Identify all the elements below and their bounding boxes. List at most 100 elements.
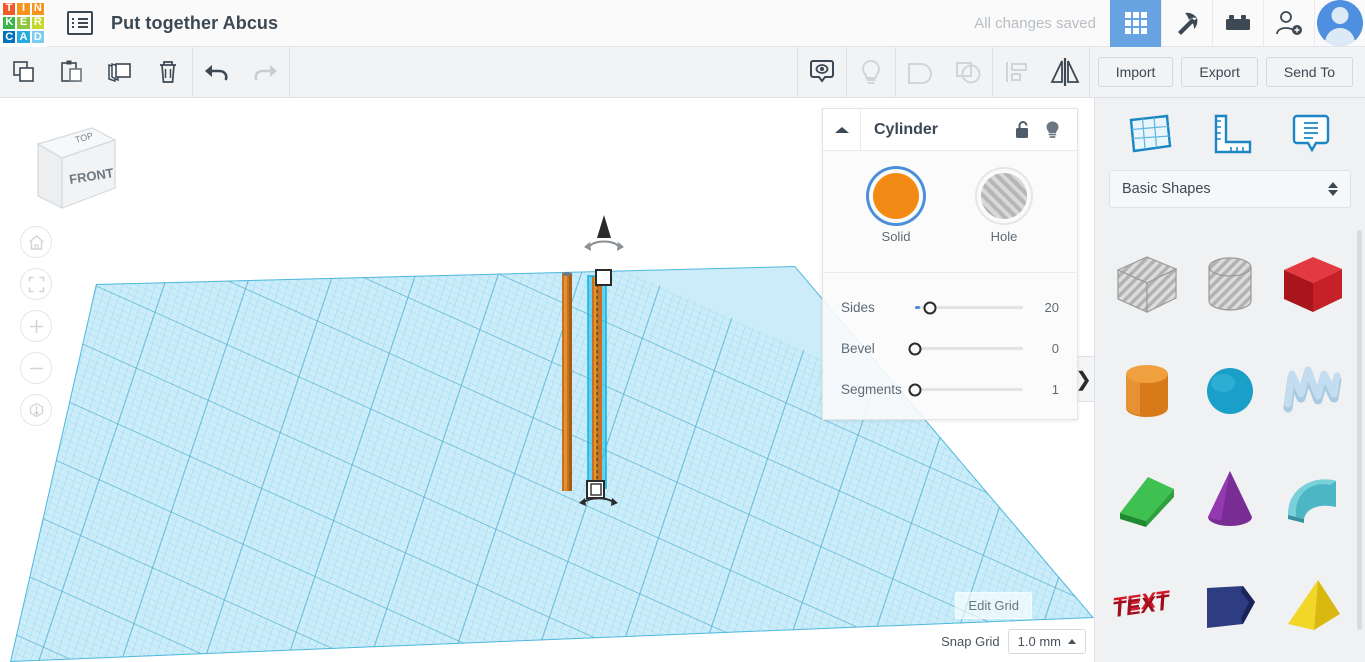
send-to-button[interactable]: Send To — [1265, 57, 1353, 87]
hole-pattern-swatch — [981, 173, 1027, 219]
logo-tile-e: E — [17, 16, 30, 30]
undo-button[interactable] — [193, 47, 241, 98]
sides-slider-value: 20 — [1044, 300, 1059, 315]
logo-tile-k: K — [3, 16, 16, 30]
shape-polygon[interactable] — [1188, 555, 1271, 655]
toolbar-divider-2 — [289, 46, 290, 98]
minus-icon — [29, 367, 43, 369]
sides-slider-knob[interactable] — [923, 301, 937, 314]
shape-panel-collapse-button[interactable] — [823, 108, 861, 151]
snap-grid-select[interactable]: 1.0 mm — [1007, 629, 1086, 654]
shape-sliders: Sides 20 Bevel 0 Segments 1 — [823, 272, 1077, 410]
avatar[interactable] — [1314, 0, 1365, 47]
shape-sphere[interactable] — [1188, 341, 1271, 441]
shapes-sidebar: Basic Shapes TEXT TEXT — [1094, 98, 1365, 662]
home-icon — [28, 234, 44, 250]
workplane-tool[interactable] — [1121, 110, 1177, 158]
striped-box-icon — [1116, 256, 1178, 313]
shape-properties-panel: Cylinder Solid Hole Sides 20 Bevel 0 Seg… — [822, 108, 1078, 420]
logo-tile-r: R — [31, 16, 44, 30]
shape-box-hole[interactable] — [1105, 234, 1188, 334]
fit-to-view-button[interactable] — [20, 268, 52, 300]
snap-grid-value: 1.0 mm — [1017, 634, 1061, 649]
chevron-updown-icon — [1328, 182, 1338, 196]
paste-button[interactable] — [48, 47, 96, 98]
edit-tools-group — [0, 46, 290, 98]
hole-mode-button[interactable]: Hole — [981, 173, 1027, 244]
ruler-icon — [1214, 114, 1252, 154]
segments-slider-knob[interactable] — [908, 383, 922, 396]
mirror-flip-icon — [1050, 58, 1080, 86]
shape-text[interactable]: TEXT TEXT — [1105, 555, 1188, 655]
lego-button[interactable] — [1212, 0, 1263, 47]
trash-icon — [160, 61, 176, 83]
ruler-tool[interactable] — [1202, 110, 1258, 158]
lightbulb-icon[interactable] — [1044, 120, 1061, 140]
blocks-view-button[interactable] — [1110, 0, 1161, 47]
shape-wedge[interactable] — [1105, 448, 1188, 548]
shape-cone[interactable] — [1188, 448, 1271, 548]
copy-button[interactable] — [0, 47, 48, 98]
visibility-button[interactable] — [798, 47, 846, 98]
selection-handle-top — [595, 269, 612, 286]
solid-mode-button[interactable]: Solid — [873, 173, 919, 244]
shape-mode-row: Solid Hole — [823, 167, 1077, 244]
tinkercad-logo[interactable]: TIN KER CAD — [0, 0, 47, 47]
caret-up-icon — [1068, 639, 1076, 644]
shape-category-select[interactable]: Basic Shapes — [1109, 170, 1351, 208]
sides-slider[interactable] — [915, 301, 1023, 314]
logo-tile-n: N — [31, 2, 44, 15]
cylinder-icon — [1125, 365, 1168, 417]
export-button[interactable]: Export — [1181, 57, 1258, 87]
ortho-perspective-button[interactable] — [20, 394, 52, 426]
note-callout-icon — [1292, 114, 1329, 153]
duplicate-button[interactable] — [96, 47, 144, 98]
edit-grid-button[interactable]: Edit Grid — [955, 592, 1032, 619]
segments-slider[interactable] — [908, 383, 1023, 396]
copy-icon — [13, 61, 34, 82]
home-view-button[interactable] — [20, 226, 52, 258]
shape-pyramid[interactable] — [1272, 555, 1355, 655]
hint-button — [847, 47, 895, 98]
import-button[interactable]: Import — [1097, 57, 1174, 87]
cylinder-rod-selected — [587, 275, 607, 489]
unlock-icon[interactable] — [1014, 120, 1032, 140]
paste-icon — [61, 60, 82, 82]
half-cylinder-icon — [1288, 479, 1337, 523]
zoom-in-button[interactable] — [20, 310, 52, 342]
segments-slider-label: Segments — [841, 382, 902, 397]
notes-tool[interactable] — [1283, 110, 1339, 158]
shape-panel-header: Cylinder — [823, 108, 1077, 151]
document-list-icon[interactable] — [67, 11, 93, 35]
delete-button[interactable] — [144, 47, 192, 98]
zoom-out-button[interactable] — [20, 352, 52, 384]
sphere-icon — [1206, 368, 1253, 414]
ungroup-shape-icon — [955, 62, 981, 84]
shape-cylinder[interactable] — [1105, 341, 1188, 441]
bevel-slider-knob[interactable] — [908, 342, 922, 355]
view-cube-svg: TOP FRONT — [36, 127, 117, 209]
pyramid-icon — [1288, 580, 1341, 630]
divider-e — [1088, 46, 1090, 98]
wedge-icon — [1119, 477, 1174, 527]
view-cube[interactable]: TOP FRONT — [20, 116, 120, 221]
minecraft-button[interactable] — [1161, 0, 1212, 47]
sides-slider-row: Sides 20 — [823, 287, 1077, 328]
cylinder-rod-unselected — [562, 272, 572, 491]
shape-roof[interactable] — [1272, 448, 1355, 548]
mirror-button[interactable] — [1041, 47, 1089, 98]
invite-people-button[interactable] — [1263, 0, 1314, 47]
scribble-icon — [1283, 366, 1342, 413]
bevel-slider[interactable] — [908, 342, 1023, 355]
shape-panel-body: Solid Hole Sides 20 Bevel 0 Segments 1 — [823, 151, 1077, 410]
bevel-slider-value: 0 — [1051, 341, 1059, 356]
shape-box[interactable] — [1272, 234, 1355, 334]
segments-slider-value: 1 — [1051, 382, 1059, 397]
group-shape-icon — [907, 63, 932, 84]
logo-tile-a: A — [17, 31, 30, 44]
ungroup-button — [944, 47, 992, 98]
shape-cylinder-hole[interactable] — [1188, 234, 1271, 334]
sidebar-scrollbar[interactable] — [1357, 230, 1362, 630]
shape-scribble[interactable] — [1272, 341, 1355, 441]
bevel-slider-label: Bevel — [841, 341, 875, 356]
